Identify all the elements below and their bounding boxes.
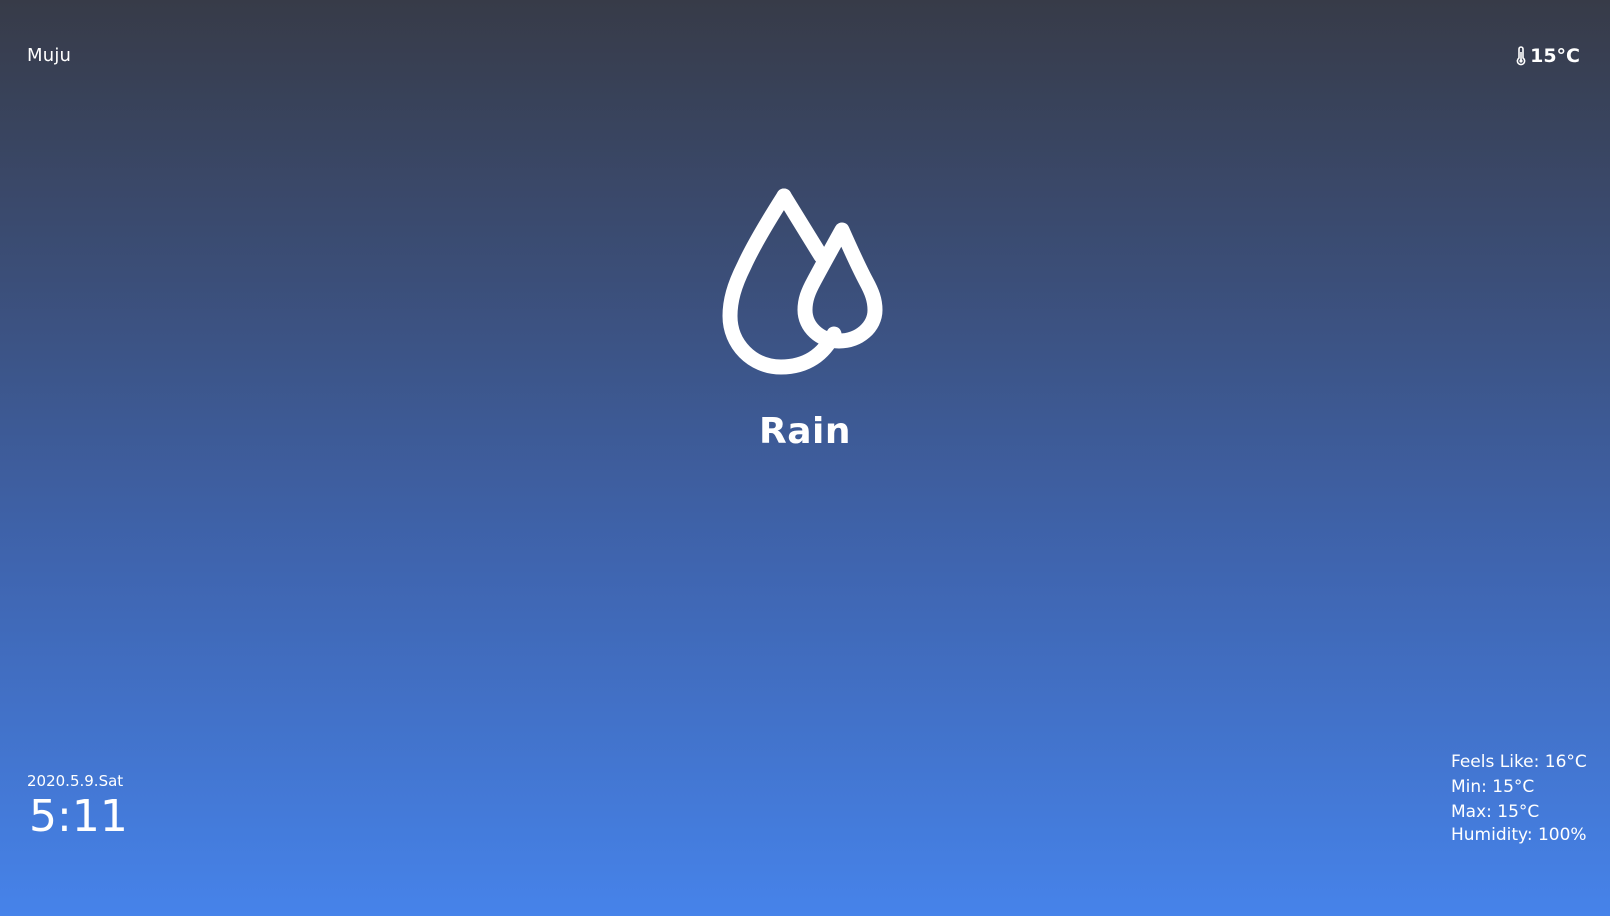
humidity-value: Humidity: 100% (1451, 825, 1587, 845)
thermometer-icon (1515, 46, 1527, 66)
current-temperature-value: 15°C (1530, 45, 1580, 67)
weather-details: Feels Like: 16°C Min: 15°C Max: 15°C Hum… (1451, 750, 1587, 845)
date-time: 2020.5.9.Sat 5:11 (27, 772, 128, 842)
location-label: Muju (27, 45, 72, 66)
feels-like-value: Feels Like: 16°C (1451, 752, 1587, 772)
date-label: 2020.5.9.Sat (27, 772, 124, 790)
raindrops-icon (722, 188, 883, 375)
clock-time: 5:11 (29, 791, 128, 842)
min-temperature-value: Min: 15°C (1451, 777, 1535, 797)
condition-label: Rain (759, 411, 851, 452)
max-temperature-value: Max: 15°C (1451, 802, 1540, 822)
current-temperature: 15°C (1515, 45, 1580, 67)
current-conditions: Rain (0, 186, 1610, 452)
weather-screen: Muju 15°C Rain 2020.5.9.Sat 5:11 Feels L… (0, 0, 1610, 916)
